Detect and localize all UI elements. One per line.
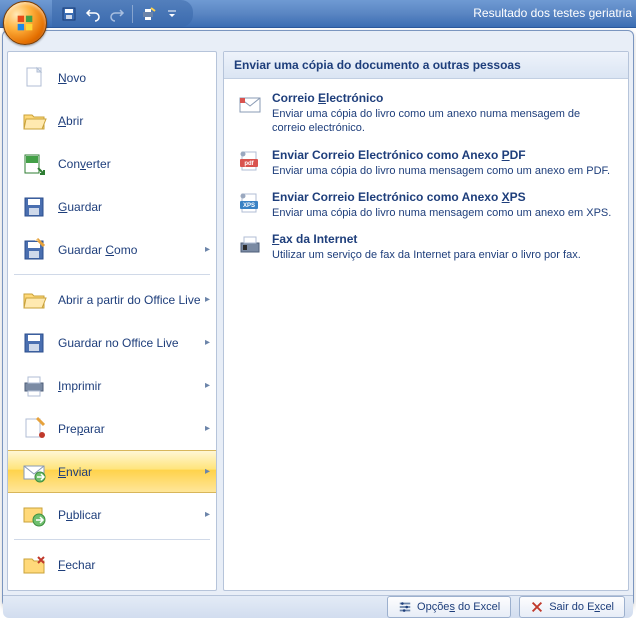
send-option-title: Enviar Correio Electrónico como Anexo XP… xyxy=(272,190,611,204)
prepare-icon xyxy=(18,413,50,445)
menu-item-save[interactable]: Guardar xyxy=(8,185,216,228)
menu-item-label: Imprimir xyxy=(58,379,101,393)
pdf-icon: pdf xyxy=(236,148,264,176)
save-icon xyxy=(61,6,77,22)
office-menu-body: NovoAbrirConverterGuardarGuardar Como▸Ab… xyxy=(3,47,633,595)
menu-item-label: Converter xyxy=(58,157,111,171)
office-button-wrap xyxy=(3,1,47,45)
open-icon xyxy=(18,105,50,137)
right-panel-content: Correio Electrónico Enviar uma cópia do l… xyxy=(224,79,628,590)
submenu-arrow-icon: ▸ xyxy=(205,423,210,434)
email-icon xyxy=(236,91,264,119)
saveas-icon xyxy=(18,234,50,266)
options-icon xyxy=(398,600,412,614)
window-title: Resultado dos testes geriatria xyxy=(473,6,632,20)
submenu-arrow-icon: ▸ xyxy=(205,244,210,255)
svg-text:pdf: pdf xyxy=(244,161,254,167)
print-icon xyxy=(18,370,50,402)
menu-item-prepare[interactable]: Preparar ▸ xyxy=(8,407,216,450)
convert-icon xyxy=(18,148,50,180)
qat-redo-button[interactable] xyxy=(106,3,128,25)
right-panel-header: Enviar uma cópia do documento a outras p… xyxy=(224,52,628,79)
send-option-desc: Enviar uma cópia do livro numa mensagem … xyxy=(272,206,611,220)
menu-item-label: Abrir a partir do Office Live xyxy=(58,293,201,307)
office-logo-icon xyxy=(14,12,36,34)
menu-item-label: Publicar xyxy=(58,508,101,522)
menu-item-send[interactable]: Enviar ▸ xyxy=(8,450,216,493)
qat-customize-button[interactable] xyxy=(161,3,183,25)
qat-save-button[interactable] xyxy=(58,3,80,25)
qat-quickprint-button[interactable] xyxy=(137,3,159,25)
publish-icon xyxy=(18,499,50,531)
save-icon xyxy=(18,191,50,223)
menu-item-label: Novo xyxy=(58,71,86,85)
send-option-text: Fax da Internet Utilizar um serviço de fa… xyxy=(272,232,581,262)
svg-text:XPS: XPS xyxy=(243,203,255,209)
send-option-title: Enviar Correio Electrónico como Anexo PD… xyxy=(272,148,610,162)
send-option-xps[interactable]: XPS Enviar Correio Electrónico como Anexo… xyxy=(232,184,620,226)
submenu-arrow-icon: ▸ xyxy=(205,380,210,391)
send-option-desc: Utilizar um serviço de fax da Internet p… xyxy=(272,248,581,262)
openlive-icon xyxy=(18,284,50,316)
menu-item-new[interactable]: Novo xyxy=(8,56,216,99)
office-button[interactable] xyxy=(3,1,47,45)
menu-item-label: Guardar no Office Live xyxy=(58,336,179,350)
menu-item-label: Fechar xyxy=(58,558,95,572)
right-submenu-pane: Enviar uma cópia do documento a outras p… xyxy=(223,51,629,591)
qat-separator xyxy=(132,5,133,23)
send-icon xyxy=(18,456,50,488)
send-option-fax[interactable]: Fax da Internet Utilizar um serviço de fa… xyxy=(232,226,620,268)
title-bar: Resultado dos testes geriatria xyxy=(0,0,636,28)
close-icon xyxy=(18,549,50,581)
menu-separator xyxy=(14,274,210,275)
send-option-title: Fax da Internet xyxy=(272,232,581,246)
menu-item-close[interactable]: Fechar xyxy=(8,543,216,586)
send-option-text: Correio Electrónico Enviar uma cópia do l… xyxy=(272,91,616,136)
quick-access-toolbar xyxy=(52,0,193,27)
menu-item-label: Guardar xyxy=(58,200,102,214)
left-menu-pane: NovoAbrirConverterGuardarGuardar Como▸Ab… xyxy=(7,51,217,591)
send-option-text: Enviar Correio Electrónico como Anexo XP… xyxy=(272,190,611,220)
menu-item-saveas[interactable]: Guardar Como ▸ xyxy=(8,228,216,271)
excel-options-button[interactable]: Opções do Excel xyxy=(387,596,511,618)
office-menu: NovoAbrirConverterGuardarGuardar Como▸Ab… xyxy=(2,30,634,607)
send-option-title: Correio Electrónico xyxy=(272,91,616,105)
menu-item-label: Guardar Como xyxy=(58,243,137,257)
exit-excel-button[interactable]: Sair do Excel xyxy=(519,596,625,618)
menu-separator xyxy=(14,539,210,540)
xps-icon: XPS xyxy=(236,190,264,218)
send-option-email[interactable]: Correio Electrónico Enviar uma cópia do l… xyxy=(232,85,620,142)
menu-item-label: Enviar xyxy=(58,465,92,479)
savelive-icon xyxy=(18,327,50,359)
submenu-arrow-icon: ▸ xyxy=(205,337,210,348)
fax-icon xyxy=(236,232,264,260)
send-option-pdf[interactable]: pdf Enviar Correio Electrónico como Anexo… xyxy=(232,142,620,184)
excel-options-label: Opções do Excel xyxy=(417,601,500,613)
menu-item-savelive[interactable]: Guardar no Office Live ▸ xyxy=(8,321,216,364)
undo-icon xyxy=(85,6,101,22)
exit-icon xyxy=(530,600,544,614)
menu-item-convert[interactable]: Converter xyxy=(8,142,216,185)
qat-undo-button[interactable] xyxy=(82,3,104,25)
menu-item-label: Abrir xyxy=(58,114,83,128)
exit-excel-label: Sair do Excel xyxy=(549,601,614,613)
send-option-desc: Enviar uma cópia do livro como um anexo … xyxy=(272,107,616,136)
menu-item-label: Preparar xyxy=(58,422,105,436)
menu-item-open[interactable]: Abrir xyxy=(8,99,216,142)
quickprint-icon xyxy=(140,6,156,22)
menu-item-openlive[interactable]: Abrir a partir do Office Live ▸ xyxy=(8,278,216,321)
new-icon xyxy=(18,62,50,94)
submenu-arrow-icon: ▸ xyxy=(205,294,210,305)
menu-item-print[interactable]: Imprimir ▸ xyxy=(8,364,216,407)
submenu-arrow-icon: ▸ xyxy=(205,466,210,477)
redo-icon xyxy=(109,6,125,22)
send-option-text: Enviar Correio Electrónico como Anexo PD… xyxy=(272,148,610,178)
customize-qat-icon xyxy=(167,9,177,19)
menu-item-publish[interactable]: Publicar ▸ xyxy=(8,493,216,536)
submenu-arrow-icon: ▸ xyxy=(205,509,210,520)
send-option-desc: Enviar uma cópia do livro numa mensagem … xyxy=(272,164,610,178)
